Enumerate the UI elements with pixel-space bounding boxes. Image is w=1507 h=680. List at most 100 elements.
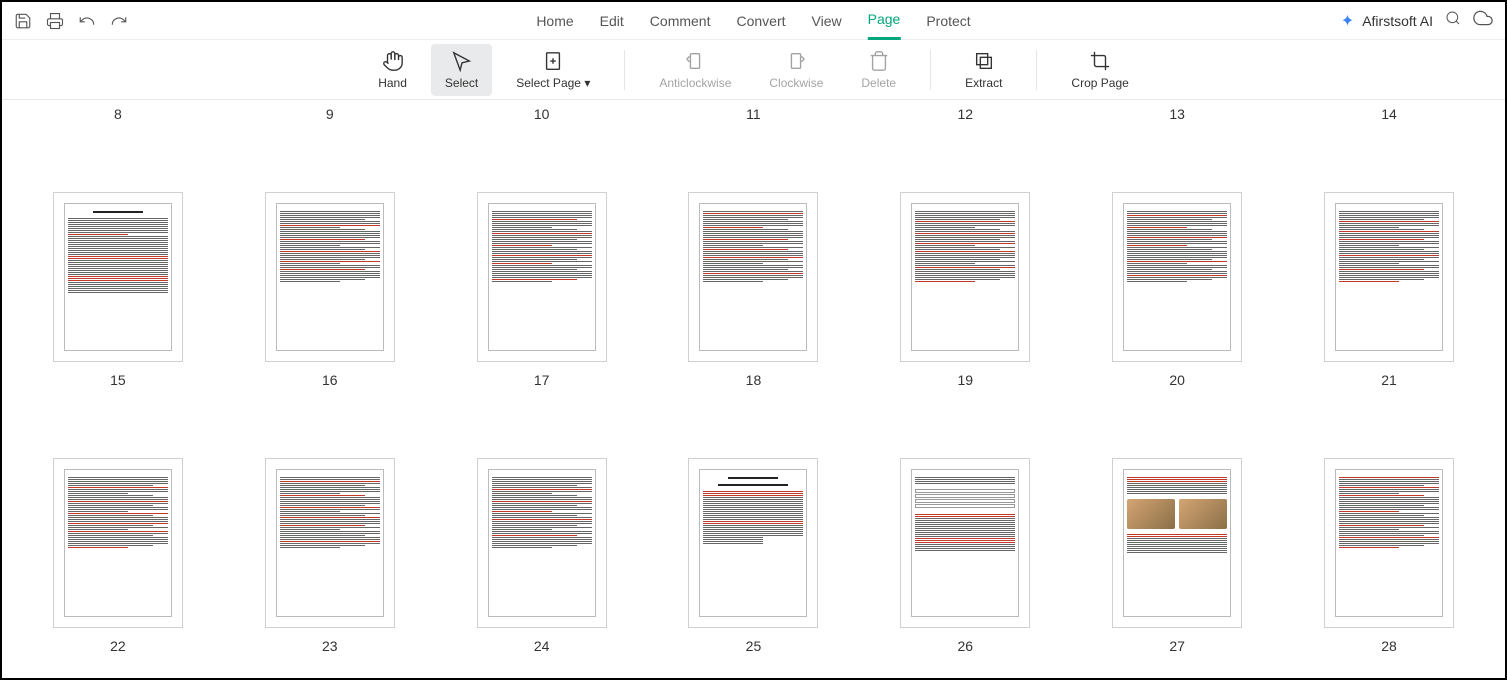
title-bar: Home Edit Comment Convert View Page Prot… (2, 2, 1505, 40)
tab-view[interactable]: View (812, 2, 842, 40)
page-number: 20 (1169, 372, 1185, 388)
page-thumbnail[interactable] (1324, 458, 1454, 628)
thumb-cell: 19 (900, 192, 1030, 388)
tab-comment[interactable]: Comment (650, 2, 711, 40)
page-thumbnail[interactable] (1112, 192, 1242, 362)
page-number: 23 (322, 638, 338, 654)
thumb-cell: 28 (1324, 458, 1454, 654)
page-number: 11 (678, 106, 828, 122)
page-number: 22 (110, 638, 126, 654)
tab-home[interactable]: Home (536, 2, 573, 40)
thumb-cell: 26 (900, 458, 1030, 654)
search-icon[interactable] (1445, 10, 1461, 31)
page-number: 17 (534, 372, 550, 388)
page-thumbnail[interactable] (53, 192, 183, 362)
page-thumbnail[interactable] (1324, 192, 1454, 362)
chevron-down-icon: ▾ (584, 76, 590, 90)
group-crop: Crop Page (1037, 40, 1162, 99)
thumb-cell: 18 (688, 192, 818, 388)
thumbnails-area[interactable]: 8 9 10 11 12 13 14 15 16 17 18 19 20 21 22 23 24… (2, 100, 1505, 680)
extract-label: Extract (965, 76, 1002, 90)
page-number: 24 (534, 638, 550, 654)
page-number: 10 (467, 106, 617, 122)
thumb-cell: 22 (53, 458, 183, 654)
rotate-cw-icon (785, 50, 807, 72)
thumb-cell: 17 (477, 192, 607, 388)
crop-tool[interactable]: Crop Page (1057, 44, 1142, 96)
page-thumbnail[interactable] (688, 458, 818, 628)
cursor-icon (451, 50, 473, 72)
tab-convert[interactable]: Convert (736, 2, 785, 40)
page-number: 9 (255, 106, 405, 122)
rotate-acw-tool[interactable]: Anticlockwise (645, 44, 745, 96)
page-thumbnail[interactable] (900, 458, 1030, 628)
select-tool[interactable]: Select (431, 44, 492, 96)
tab-protect[interactable]: Protect (926, 2, 970, 40)
page-number: 26 (958, 638, 974, 654)
save-icon[interactable] (14, 12, 32, 30)
page-number: 21 (1381, 372, 1397, 388)
hand-icon (382, 50, 404, 72)
extract-tool[interactable]: Extract (951, 44, 1016, 96)
select-page-tool[interactable]: Select Page ▾ (502, 44, 604, 96)
thumb-cell: 27 (1112, 458, 1242, 654)
rotate-acw-label: Anticlockwise (659, 76, 731, 90)
menu-tabs: Home Edit Comment Convert View Page Prot… (536, 2, 970, 40)
thumb-cell: 24 (477, 458, 607, 654)
group-select: Hand Select Select Page ▾ (344, 40, 624, 99)
tab-page[interactable]: Page (868, 2, 901, 40)
page-thumbnail[interactable] (477, 458, 607, 628)
page-number: 15 (110, 372, 126, 388)
thumb-cell: 21 (1324, 192, 1454, 388)
rotate-cw-tool[interactable]: Clockwise (755, 44, 837, 96)
page-thumbnail[interactable] (265, 458, 395, 628)
partial-row: 8 9 10 11 12 13 14 (12, 106, 1495, 122)
ai-link[interactable]: ✦ Afirstsoft AI (1341, 11, 1433, 31)
extract-icon (973, 50, 995, 72)
select-label: Select (445, 76, 478, 90)
cloud-icon[interactable] (1473, 8, 1493, 33)
page-thumbnail[interactable] (477, 192, 607, 362)
page-thumbnail[interactable] (265, 192, 395, 362)
page-thumbnail[interactable] (900, 192, 1030, 362)
page-number: 18 (746, 372, 762, 388)
thumb-cell: 23 (265, 458, 395, 654)
quick-access (14, 12, 128, 30)
delete-tool[interactable]: Delete (847, 44, 910, 96)
sparkle-icon: ✦ (1341, 11, 1354, 31)
page-number: 19 (958, 372, 974, 388)
page-number: 28 (1381, 638, 1397, 654)
ai-label: Afirstsoft AI (1362, 13, 1433, 29)
rotate-acw-icon (684, 50, 706, 72)
select-page-icon (542, 50, 564, 72)
crop-label: Crop Page (1071, 76, 1128, 90)
page-number: 27 (1169, 638, 1185, 654)
select-page-label: Select Page ▾ (516, 76, 590, 90)
hand-label: Hand (378, 76, 407, 90)
tab-edit[interactable]: Edit (600, 2, 624, 40)
page-number: 12 (890, 106, 1040, 122)
page-thumbnail[interactable] (688, 192, 818, 362)
group-extract: Extract (931, 40, 1036, 99)
group-rotate: Anticlockwise Clockwise Delete (625, 40, 930, 99)
thumb-cell: 25 (688, 458, 818, 654)
thumb-cell: 15 (53, 192, 183, 388)
undo-icon[interactable] (78, 12, 96, 30)
page-number: 14 (1314, 106, 1464, 122)
top-right: ✦ Afirstsoft AI (1341, 8, 1493, 33)
print-icon[interactable] (46, 12, 64, 30)
hand-tool[interactable]: Hand (364, 44, 421, 96)
redo-icon[interactable] (110, 12, 128, 30)
page-number: 16 (322, 372, 338, 388)
delete-label: Delete (861, 76, 896, 90)
thumb-row-2: 22 23 24 25 26 27 28 (12, 458, 1495, 654)
page-number: 25 (746, 638, 762, 654)
page-number: 8 (43, 106, 193, 122)
rotate-cw-label: Clockwise (769, 76, 823, 90)
page-number: 13 (1102, 106, 1252, 122)
ribbon: Hand Select Select Page ▾ Anticlockwise … (2, 40, 1505, 100)
page-thumbnail[interactable] (53, 458, 183, 628)
trash-icon (868, 50, 890, 72)
thumb-row-1: 15 16 17 18 19 20 21 (12, 192, 1495, 388)
page-thumbnail[interactable] (1112, 458, 1242, 628)
